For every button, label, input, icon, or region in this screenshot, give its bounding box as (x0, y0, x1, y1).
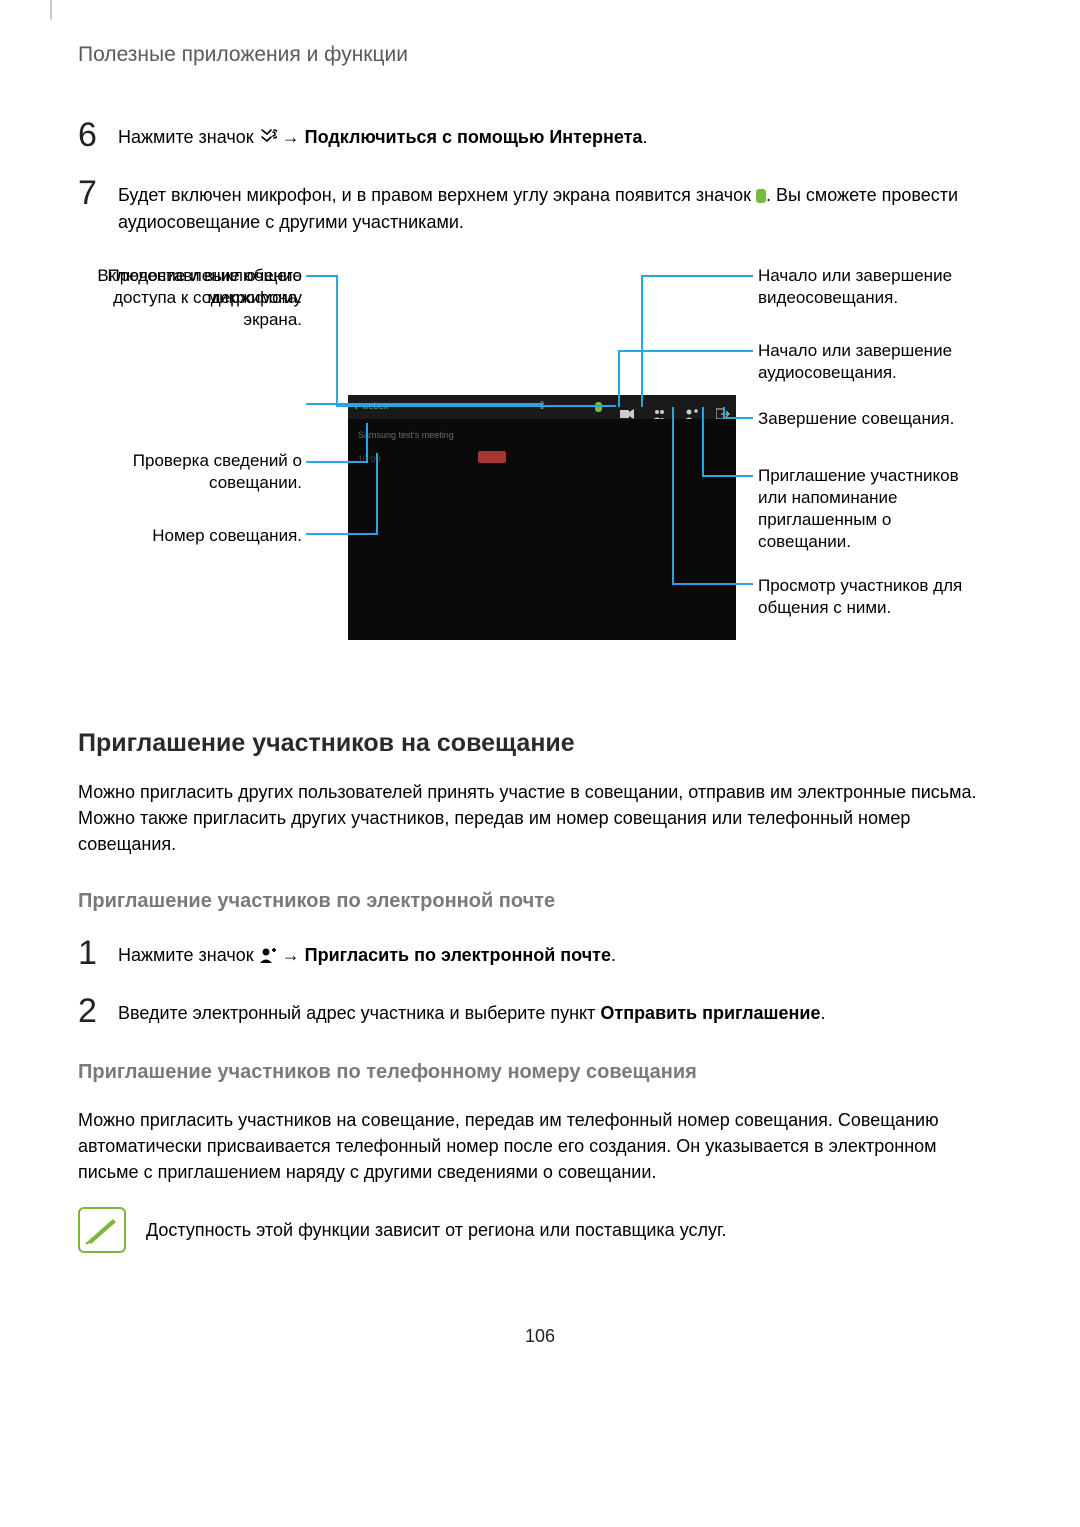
connect-audio-icon (259, 127, 277, 145)
step6-pre: Нажмите значок (118, 127, 259, 147)
step6-mid: → (282, 127, 305, 147)
step-1-email: 1 Нажмите значок → Пригласить по электро… (78, 936, 1002, 970)
breadcrumb: Полезные приложения и функции (78, 40, 1002, 70)
label-share-screen: Предоставление общего доступа к содержим… (82, 265, 302, 331)
step-number: 1 (78, 936, 118, 970)
subsection-title-phone: Приглашение участников по телефонному но… (78, 1058, 1002, 1087)
people-icon (652, 401, 666, 413)
mic-active-icon (756, 189, 766, 203)
step-6: 6 Нажмите значок → Подключиться с помощь… (78, 118, 1002, 152)
step7-pre: Будет включен микрофон, и в правом верхн… (118, 185, 756, 205)
subsection-title-email: Приглашение участников по электронной по… (78, 887, 1002, 916)
note-text: Доступность этой функции зависит от реги… (146, 1207, 726, 1243)
page-number: 106 (78, 1323, 1002, 1349)
note-icon (78, 1207, 126, 1253)
label-participants: Просмотр участников для общения с ними. (758, 575, 998, 619)
label-meeting-number: Номер совещания. (82, 525, 302, 547)
screenshot-topbar: ‹ webex ⇪ (348, 395, 736, 419)
add-person-icon (259, 945, 277, 963)
label-video-toggle: Начало или завершение видеосовещания. (758, 265, 988, 309)
label-audio-toggle: Начало или завершение аудиосовещания. (758, 340, 988, 384)
note-block: Доступность этой функции зависит от реги… (78, 1207, 1002, 1253)
section-title-inviting: Приглашение участников на совещание (78, 725, 1002, 761)
screenshot-body: Samsung test's meeting 10:00 (348, 419, 736, 640)
step-number: 6 (78, 118, 118, 152)
step-number: 7 (78, 176, 118, 210)
add-person-icon (684, 401, 698, 413)
label-invite: Приглашение участников или напоминание п… (758, 465, 988, 553)
step2b-bold: Отправить приглашение (600, 1003, 820, 1023)
step-number: 2 (78, 994, 118, 1028)
video-icon (620, 401, 634, 413)
step-2-email: 2 Введите электронный адрес участника и … (78, 994, 1002, 1028)
step1b-pre: Нажмите значок (118, 945, 259, 965)
label-meeting-info: Проверка сведений о совещании. (82, 450, 302, 494)
callout-diagram: ‹ webex ⇪ Samsung test's meeting 10:00 В… (78, 265, 1002, 675)
meeting-recording-badge (478, 451, 506, 463)
step2b-suffix: . (820, 1003, 825, 1023)
section-body-inviting: Можно пригласить других пользователей пр… (78, 779, 1002, 857)
step1b-bold: Пригласить по электронной почте (305, 945, 611, 965)
meeting-title: Samsung test's meeting (358, 429, 454, 442)
label-end-meeting: Завершение совещания. (758, 408, 988, 430)
step6-bold: Подключиться с помощью Интернета (305, 127, 643, 147)
mic-icon (595, 402, 602, 412)
step2b-pre: Введите электронный адрес участника и вы… (118, 1003, 600, 1023)
device-screenshot: ‹ webex ⇪ Samsung test's meeting 10:00 (348, 395, 736, 640)
step1b-suffix: . (611, 945, 616, 965)
step1b-mid: → (282, 945, 305, 965)
step-7: 7 Будет включен микрофон, и в правом вер… (78, 176, 1002, 234)
step6-suffix: . (642, 127, 647, 147)
share-icon: ⇪ (537, 399, 546, 415)
subsection-body-phone: Можно пригласить участников на совещание… (78, 1107, 1002, 1185)
